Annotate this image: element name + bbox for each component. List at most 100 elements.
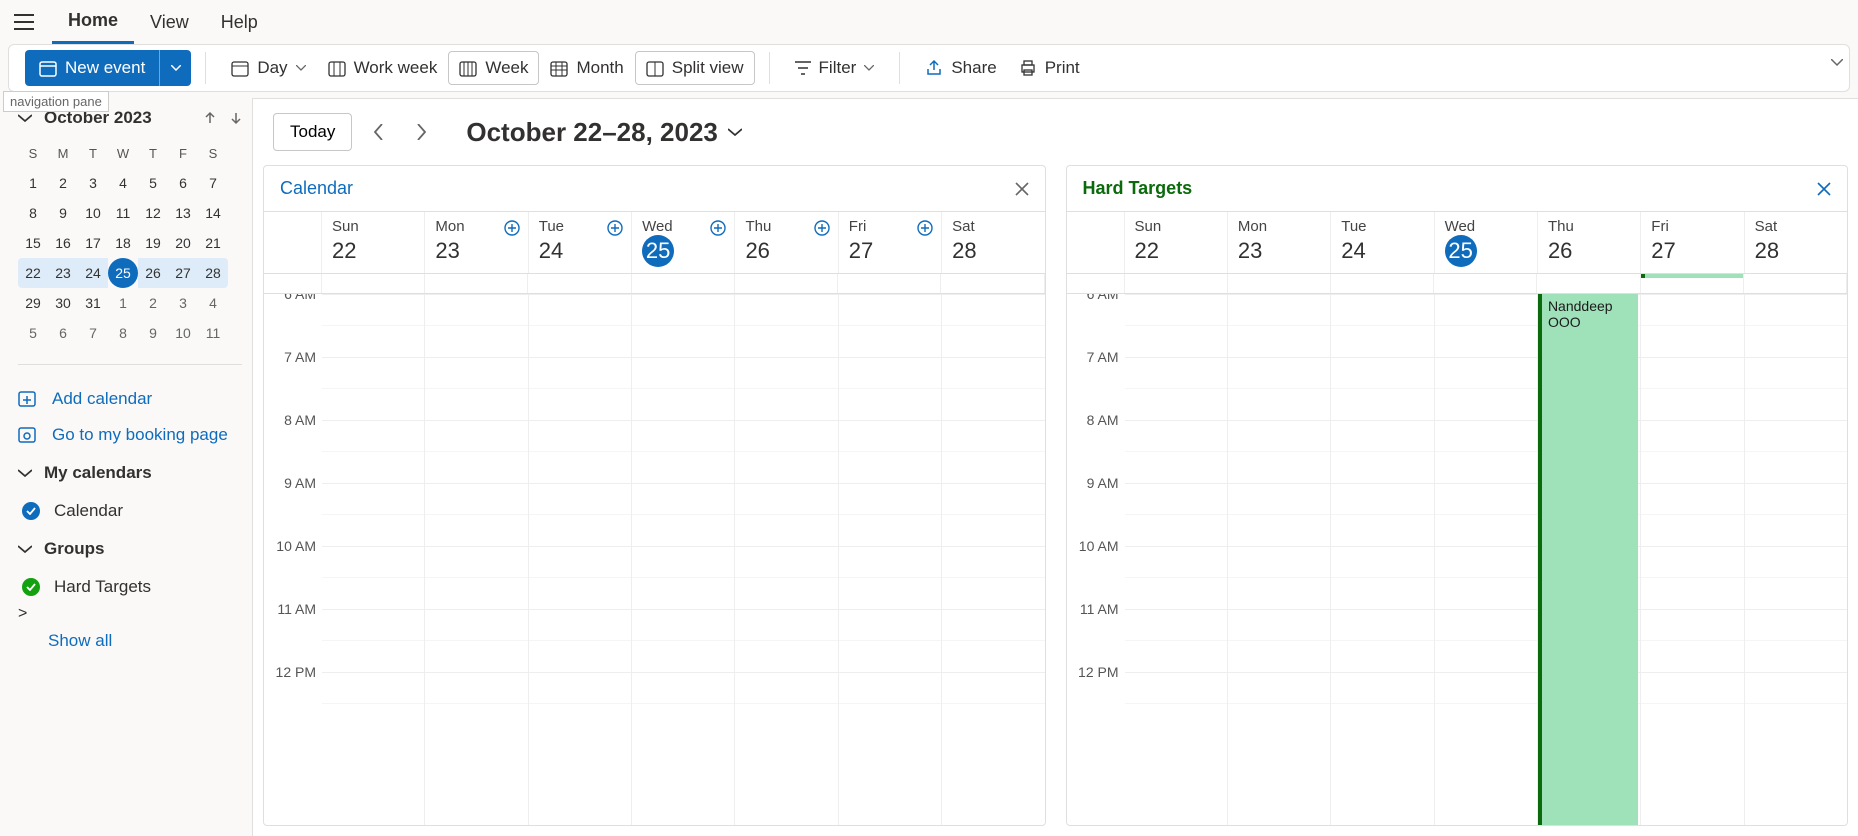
hamburger-icon[interactable] — [8, 6, 40, 38]
mini-day[interactable]: 11 — [198, 318, 228, 348]
next-month-icon[interactable] — [230, 111, 242, 125]
view-day-button[interactable]: Day — [220, 51, 316, 85]
mini-day[interactable]: 27 — [168, 258, 198, 288]
mini-day[interactable]: 4 — [108, 168, 138, 198]
mini-day[interactable]: 26 — [138, 258, 168, 288]
mini-day[interactable]: 3 — [78, 168, 108, 198]
add-event-icon[interactable] — [917, 220, 933, 236]
event-strip[interactable] — [1641, 274, 1743, 278]
add-event-icon[interactable] — [710, 220, 726, 236]
day-column[interactable] — [322, 294, 425, 825]
add-calendar-link[interactable]: Add calendar — [18, 381, 242, 417]
day-header[interactable]: Thu26 — [735, 212, 838, 273]
day-column[interactable] — [1331, 294, 1434, 825]
groups-section[interactable]: Groups — [18, 529, 242, 569]
day-header[interactable]: Fri27 — [1641, 212, 1744, 273]
allday-cell[interactable] — [1125, 274, 1228, 293]
date-range-title[interactable]: October 22–28, 2023 — [466, 117, 742, 148]
ribbon-more-icon[interactable] — [1831, 59, 1843, 67]
mini-day[interactable]: 6 — [168, 168, 198, 198]
day-column[interactable] — [1125, 294, 1228, 825]
mini-day[interactable]: 9 — [48, 198, 78, 228]
allday-cell[interactable] — [632, 274, 735, 293]
mini-day[interactable]: 9 — [138, 318, 168, 348]
mini-day[interactable]: 5 — [18, 318, 48, 348]
booking-page-link[interactable]: Go to my booking page — [18, 417, 242, 453]
allday-cell[interactable] — [941, 274, 1044, 293]
allday-cell[interactable] — [735, 274, 838, 293]
day-header[interactable]: Wed25 — [1435, 212, 1538, 273]
tab-view[interactable]: View — [134, 0, 205, 44]
new-event-button[interactable]: New event — [25, 50, 191, 86]
show-all-link[interactable]: Show all — [48, 623, 242, 659]
mini-day[interactable]: 7 — [198, 168, 228, 198]
today-button[interactable]: Today — [273, 113, 352, 151]
tab-help[interactable]: Help — [205, 0, 274, 44]
add-event-icon[interactable] — [607, 220, 623, 236]
day-column[interactable] — [942, 294, 1044, 825]
mini-calendar[interactable]: SMTWTFS123456789101112131415161718192021… — [18, 138, 242, 348]
day-header[interactable]: Sat28 — [942, 212, 1044, 273]
day-header[interactable]: Sat28 — [1745, 212, 1847, 273]
day-column[interactable] — [1641, 294, 1744, 825]
close-icon[interactable] — [1015, 182, 1029, 196]
add-event-icon[interactable] — [504, 220, 520, 236]
mini-day[interactable]: 15 — [18, 228, 48, 258]
mini-day[interactable]: 25 — [108, 258, 138, 288]
mini-day[interactable]: 23 — [48, 258, 78, 288]
day-column[interactable] — [1228, 294, 1331, 825]
prev-week-icon[interactable] — [364, 117, 394, 147]
mini-day[interactable]: 24 — [78, 258, 108, 288]
allday-cell[interactable] — [1331, 274, 1434, 293]
mini-day[interactable]: 29 — [18, 288, 48, 318]
mini-day[interactable]: 20 — [168, 228, 198, 258]
add-event-icon[interactable] — [814, 220, 830, 236]
allday-cell[interactable] — [322, 274, 425, 293]
day-header[interactable]: Sun22 — [1125, 212, 1228, 273]
allday-cell[interactable] — [1537, 274, 1640, 293]
my-calendars-section[interactable]: My calendars — [18, 453, 242, 493]
allday-cell[interactable] — [838, 274, 941, 293]
allday-cell[interactable] — [1434, 274, 1537, 293]
mini-day[interactable]: 14 — [198, 198, 228, 228]
mini-day[interactable]: 10 — [78, 198, 108, 228]
mini-day[interactable]: 21 — [198, 228, 228, 258]
day-column[interactable]: NanddeepOOO — [1538, 294, 1641, 825]
day-column[interactable] — [632, 294, 735, 825]
view-month-button[interactable]: Month — [539, 51, 634, 85]
calendar-item[interactable]: Calendar — [18, 493, 242, 529]
mini-day[interactable]: 10 — [168, 318, 198, 348]
day-header[interactable]: Sun22 — [322, 212, 425, 273]
mini-day[interactable]: 28 — [198, 258, 228, 288]
view-work-week-button[interactable]: Work week — [317, 51, 449, 85]
day-column[interactable] — [735, 294, 838, 825]
mini-day[interactable]: 31 — [78, 288, 108, 318]
share-button[interactable]: Share — [914, 51, 1007, 85]
chevron-down-icon[interactable] — [18, 113, 34, 123]
mini-day[interactable]: 7 — [78, 318, 108, 348]
print-button[interactable]: Print — [1008, 51, 1091, 85]
mini-day[interactable]: 17 — [78, 228, 108, 258]
mini-day[interactable]: 2 — [48, 168, 78, 198]
day-column[interactable] — [425, 294, 528, 825]
day-header[interactable]: Tue24 — [529, 212, 632, 273]
mini-day[interactable]: 3 — [168, 288, 198, 318]
tab-home[interactable]: Home — [52, 0, 134, 44]
day-header[interactable]: Wed25 — [632, 212, 735, 273]
prev-month-icon[interactable] — [204, 111, 216, 125]
day-column[interactable] — [839, 294, 942, 825]
mini-day[interactable]: 12 — [138, 198, 168, 228]
next-week-icon[interactable] — [406, 117, 436, 147]
allday-cell[interactable] — [1744, 274, 1847, 293]
day-header[interactable]: Tue24 — [1331, 212, 1434, 273]
filter-button[interactable]: Filter — [784, 51, 886, 85]
mini-day[interactable]: 16 — [48, 228, 78, 258]
mini-day[interactable]: 13 — [168, 198, 198, 228]
mini-day[interactable]: 2 — [138, 288, 168, 318]
mini-day[interactable]: 8 — [18, 198, 48, 228]
mini-day[interactable]: 6 — [48, 318, 78, 348]
day-header[interactable]: Mon23 — [425, 212, 528, 273]
day-header[interactable]: Mon23 — [1228, 212, 1331, 273]
day-header[interactable]: Fri27 — [839, 212, 942, 273]
allday-cell[interactable] — [1228, 274, 1331, 293]
